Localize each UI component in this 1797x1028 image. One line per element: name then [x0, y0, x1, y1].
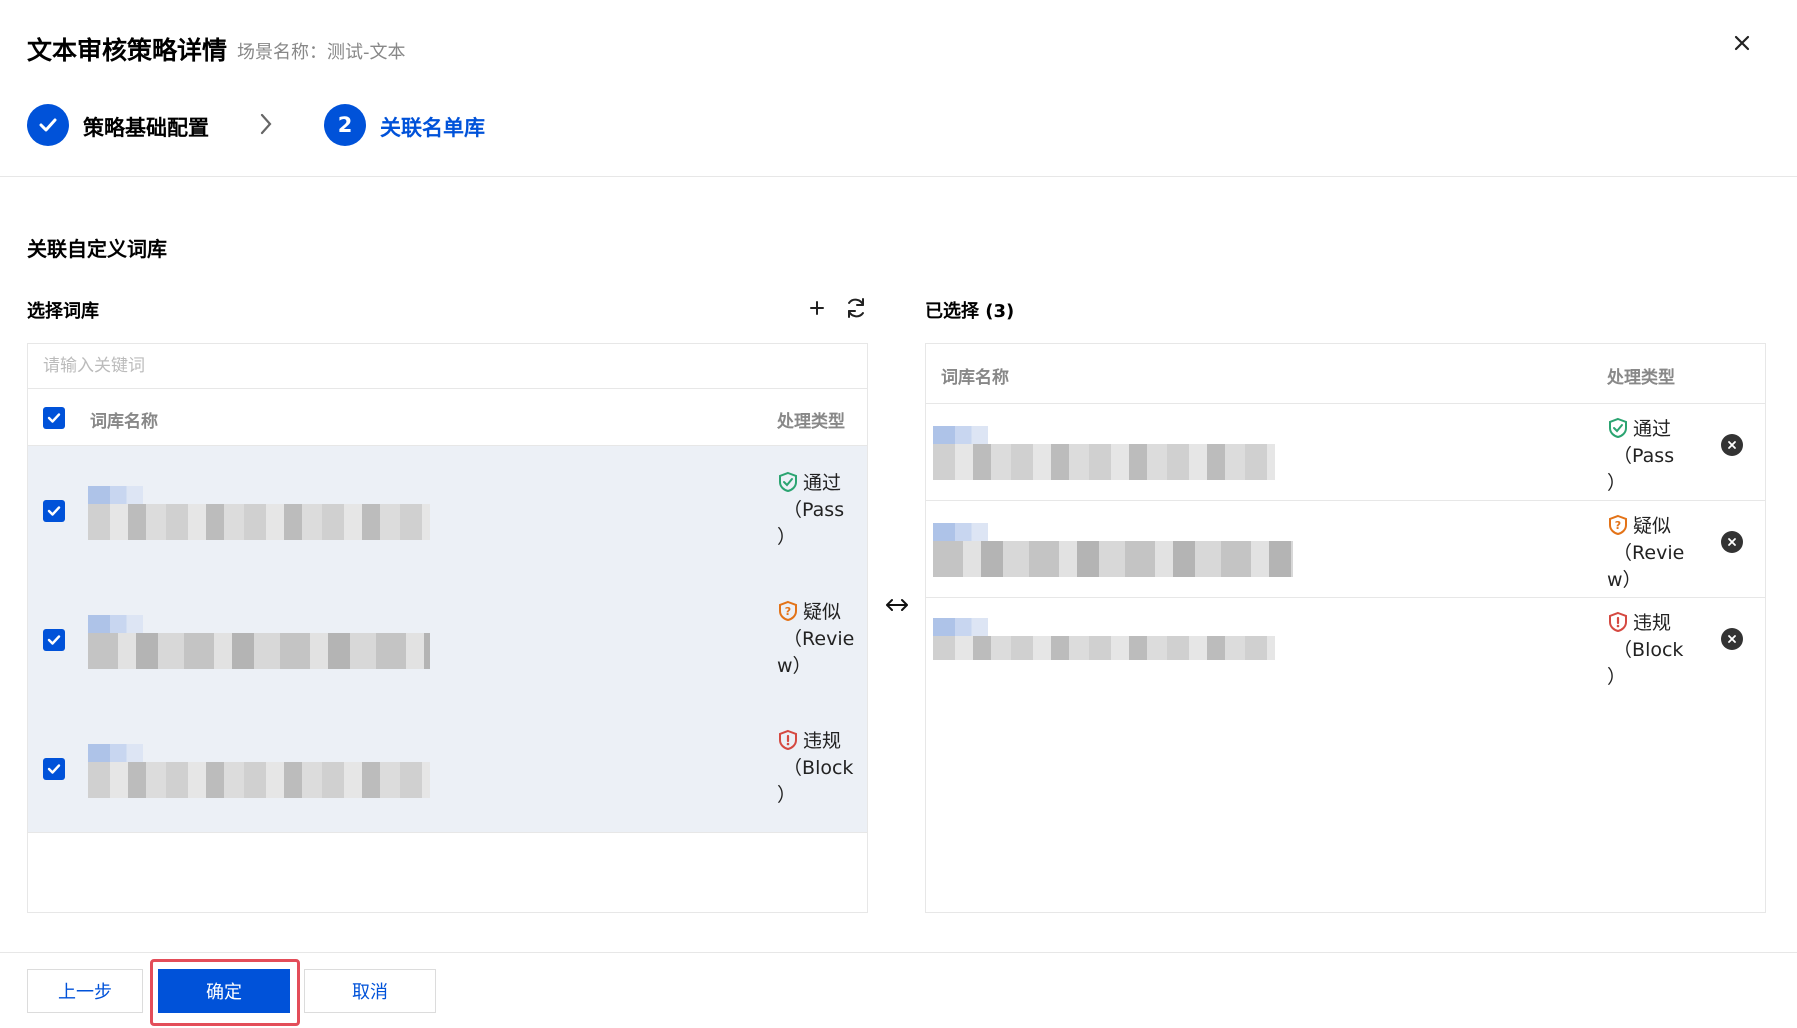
left-panel-title: 选择词库 [27, 301, 99, 322]
select-all-checkbox[interactable] [43, 407, 65, 429]
check-icon [47, 635, 61, 645]
dialog-title: 文本审核策略详情 [27, 36, 228, 65]
svg-text:?: ? [1615, 519, 1621, 532]
redacted-name [933, 618, 988, 636]
shield-alert-icon [777, 729, 799, 751]
selected-row: 违规 （Block） [926, 598, 1765, 695]
transfer-icon [884, 592, 910, 618]
row-checkbox[interactable] [43, 629, 65, 651]
redacted-name [933, 426, 988, 444]
add-button[interactable] [803, 294, 831, 322]
col-name-header: 词库名称 [941, 368, 1009, 388]
type-label: ? 疑似 （Revie w） [1607, 514, 1685, 591]
shield-question-icon: ? [1607, 514, 1629, 536]
svg-text:?: ? [785, 605, 791, 618]
refresh-icon [848, 298, 864, 318]
redacted-name [88, 615, 143, 633]
close-icon [1728, 538, 1736, 546]
redacted-name [933, 636, 1275, 660]
redacted-name [88, 486, 143, 504]
remove-button[interactable] [1721, 434, 1743, 456]
remove-button[interactable] [1721, 628, 1743, 650]
refresh-button[interactable] [842, 294, 870, 322]
chevron-right-icon [259, 112, 273, 140]
close-icon [1728, 635, 1736, 643]
check-icon [47, 413, 61, 423]
cancel-button[interactable]: 取消 [304, 969, 436, 1013]
step-2-number[interactable]: 2 [324, 104, 366, 146]
dialog-header: 文本审核策略详情 场景名称：测试-文本 策略基础配置 2 关联名单库 [0, 0, 1797, 177]
section-title: 关联自定义词库 [27, 237, 167, 261]
redacted-name [88, 744, 143, 762]
step-1-label[interactable]: 策略基础配置 [83, 112, 209, 142]
type-label: 违规 （Block） [1607, 611, 1684, 688]
redacted-name [933, 541, 1293, 577]
shield-check-icon [777, 471, 799, 493]
redacted-name [88, 504, 430, 540]
source-list-panel: 词库名称 处理类型 通过 （Pass） ?疑似 （Review） [27, 343, 868, 913]
right-panel-title: 已选择 (3) [925, 301, 1015, 322]
table-row[interactable]: 通过 （Pass） [28, 446, 867, 575]
table-row[interactable]: 违规 （Block） [28, 704, 867, 833]
selected-row: 通过 （Pass） [926, 404, 1765, 501]
selected-list-panel: 词库名称 处理类型 通过 （Pass） ? 疑似 （Revie w） 违规 （Blo… [925, 343, 1766, 913]
search-input[interactable] [28, 344, 867, 389]
left-table-body: 通过 （Pass） ? 疑似 （Revie w） 违规 （Block） [28, 446, 867, 833]
redacted-name [88, 762, 430, 798]
close-button[interactable] [1727, 28, 1757, 58]
remove-button[interactable] [1721, 531, 1743, 553]
confirm-button[interactable]: 确定 [158, 969, 290, 1013]
right-table-header: 词库名称 处理类型 [926, 344, 1765, 404]
check-icon [47, 764, 61, 774]
row-checkbox[interactable] [43, 758, 65, 780]
close-icon [1728, 441, 1736, 449]
plus-icon [810, 301, 824, 315]
step-2-label[interactable]: 关联名单库 [380, 112, 485, 142]
table-row[interactable]: ? 疑似 （Revie w） [28, 575, 867, 704]
scene-name: 场景名称：测试-文本 [237, 42, 406, 63]
shield-alert-icon [1607, 611, 1629, 633]
shield-question-icon: ? [777, 600, 799, 622]
redacted-name [933, 444, 1275, 480]
col-type-header: 处理类型 [777, 412, 845, 432]
left-table-header: 词库名称 处理类型 [28, 390, 867, 446]
check-icon [47, 506, 61, 516]
selected-row: ? 疑似 （Revie w） [926, 501, 1765, 598]
type-label: 通过 （Pass） [1607, 417, 1675, 494]
col-name-header: 词库名称 [90, 412, 158, 432]
type-label: 违规 （Block） [777, 729, 854, 806]
type-label: 通过 （Pass） [777, 471, 845, 548]
prev-step-button[interactable]: 上一步 [27, 969, 143, 1013]
type-label: ? 疑似 （Revie w） [777, 600, 855, 677]
close-icon [1734, 35, 1750, 51]
col-type-header: 处理类型 [1607, 368, 1675, 388]
shield-check-icon [1607, 417, 1629, 439]
step-1-done-circle[interactable] [27, 104, 69, 146]
row-checkbox[interactable] [43, 500, 65, 522]
redacted-name [933, 523, 988, 541]
redacted-name [88, 633, 430, 669]
check-icon [39, 118, 57, 132]
